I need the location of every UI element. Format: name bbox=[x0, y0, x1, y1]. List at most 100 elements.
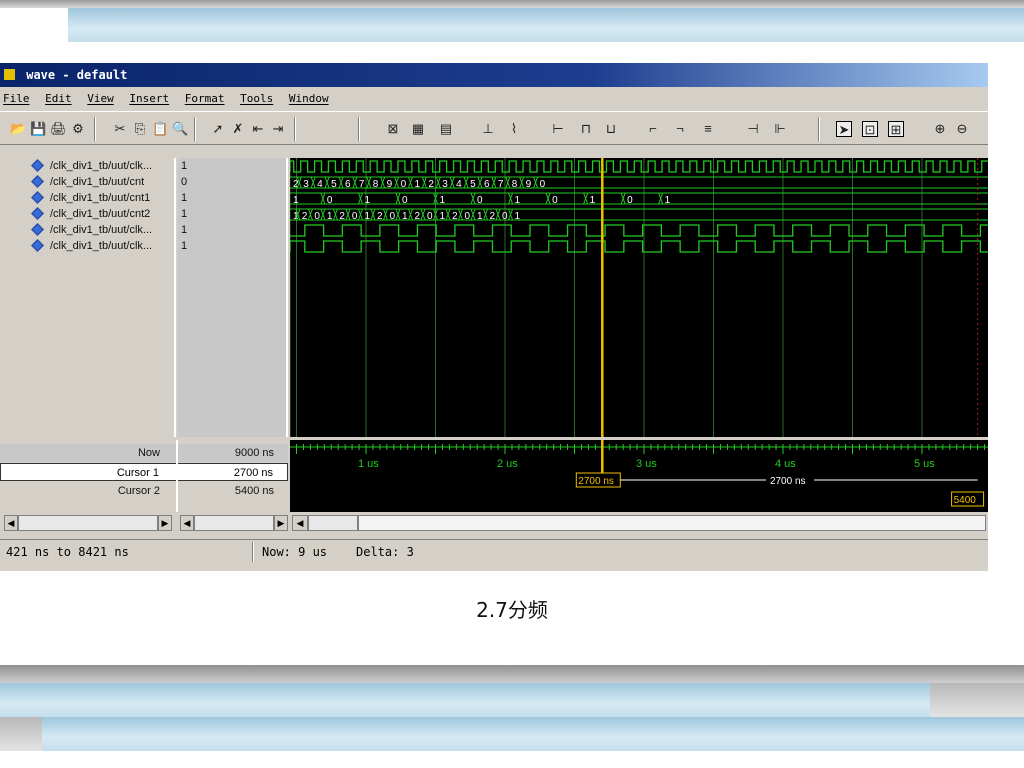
menu-window[interactable]: Window bbox=[289, 92, 329, 105]
menu-insert[interactable]: Insert bbox=[129, 92, 169, 105]
wave-scroll-thumb[interactable] bbox=[358, 515, 986, 531]
top-gray-band bbox=[0, 0, 1024, 8]
cnt2-bus-value-label: 1 bbox=[515, 211, 521, 222]
toolbar-separator bbox=[194, 117, 196, 141]
bus-icon[interactable]: ▦ bbox=[410, 121, 426, 137]
waveform-pane[interactable]: 2 3 4 5 6 7 8 9 0 1 2 3 4 5 6 7 8 9 01 0 1 0 1 0 1 0 1 0 11 2 0 1 2 0 1 2 0 1… bbox=[290, 158, 988, 437]
cnt-bus-value-label: 4 bbox=[317, 179, 323, 190]
value-scroll-track[interactable] bbox=[194, 515, 274, 531]
expand-icon[interactable]: ⇤ bbox=[250, 121, 266, 137]
next-edge-icon[interactable]: ⊓ bbox=[578, 121, 594, 137]
window-title: wave - default bbox=[26, 68, 128, 82]
signal-name: /clk_div1_tb/uut/cnt1 bbox=[50, 192, 151, 204]
pointer-icon[interactable]: ➤ bbox=[836, 121, 852, 137]
cnt-bus-transition bbox=[380, 176, 386, 189]
open-icon[interactable]: 📂 bbox=[10, 121, 26, 137]
cnt-bus-transition bbox=[449, 176, 455, 189]
wave-app-icon bbox=[4, 69, 15, 80]
zoom-out-icon[interactable]: ⊖ bbox=[954, 121, 970, 137]
signal-row[interactable]: /clk_div1_tb/uut/clk... bbox=[0, 158, 174, 174]
cursor1-row[interactable]: Cursor 1 2700 ns bbox=[0, 463, 288, 481]
cnt2-bus-value-label: 0 bbox=[389, 211, 395, 222]
cnt1-bus-value-label: 1 bbox=[665, 195, 671, 206]
paste-icon[interactable]: 📋 bbox=[152, 121, 168, 137]
scroll-right-icon[interactable]: ▶ bbox=[274, 515, 288, 531]
signal-value: 1 bbox=[181, 224, 188, 236]
cnt-bus-transition bbox=[324, 176, 330, 189]
now-label: Now bbox=[137, 447, 160, 459]
toolbar-separator bbox=[818, 117, 820, 141]
cnt2-bus-transition bbox=[495, 208, 501, 221]
cnt1-bus-value-label: 0 bbox=[627, 195, 633, 206]
cursor-add-icon[interactable]: ⊣ bbox=[745, 121, 761, 137]
cnt2-bus-transition bbox=[408, 208, 413, 221]
scroll-right-icon[interactable]: ▶ bbox=[158, 515, 172, 531]
signal-row[interactable]: /clk_div1_tb/uut/clk... bbox=[0, 238, 174, 254]
scroll-left-icon[interactable]: ◀ bbox=[4, 515, 18, 531]
signal-row[interactable]: /clk_div1_tb/uut/cnt bbox=[0, 174, 174, 190]
copy-icon[interactable]: ⎘ bbox=[132, 121, 148, 137]
group-icon[interactable]: ▤ bbox=[438, 121, 454, 137]
cnt1-bus-value-label: 0 bbox=[402, 195, 408, 206]
signal-row[interactable]: /clk_div1_tb/uut/cnt1 bbox=[0, 190, 174, 206]
cnt-bus-value-label: 2 bbox=[428, 179, 434, 190]
slide-caption: 2.7分频 bbox=[476, 598, 548, 622]
signal-name: /clk_div1_tb/uut/cnt bbox=[50, 176, 145, 188]
status-delta: Delta: 3 bbox=[356, 545, 414, 559]
cursor-del-icon[interactable]: ⊩ bbox=[772, 121, 788, 137]
cursor-panel: Now 9000 ns Cursor 1 2700 ns Cursor 2 54… bbox=[0, 440, 288, 512]
timeline-pane[interactable]: 1 us 2 us 3 us 4 us 5 us 2700 ns 2700 ns 5400 bbox=[290, 440, 988, 512]
scroll-left-icon[interactable]: ◀ bbox=[180, 515, 194, 531]
clk-div2-waveform bbox=[290, 240, 988, 253]
cnt-bus-value-label: 1 bbox=[414, 179, 420, 190]
cnt-bus-value-label: 8 bbox=[512, 179, 518, 190]
name-scroll-track[interactable] bbox=[18, 515, 158, 531]
fall-icon[interactable]: ¬ bbox=[672, 121, 688, 137]
zoom-fit-icon[interactable]: ⊞ bbox=[888, 121, 904, 137]
pulse-icon[interactable]: ≡ bbox=[700, 121, 716, 137]
signal-value: 1 bbox=[181, 240, 188, 252]
cnt1-bus-transition bbox=[658, 192, 664, 205]
rise-icon[interactable]: ⌐ bbox=[645, 121, 661, 137]
menu-format[interactable]: Format bbox=[185, 92, 225, 105]
signal-diamond-icon bbox=[31, 159, 44, 172]
save-icon[interactable]: 💾 bbox=[30, 121, 46, 137]
pane-divider[interactable] bbox=[176, 440, 178, 512]
signal-row[interactable]: /clk_div1_tb/uut/cnt2 bbox=[0, 206, 174, 222]
cnt1-bus-transition bbox=[320, 192, 326, 205]
cnt2-bus-transition bbox=[345, 208, 351, 221]
signal-value-pane: 1 0 1 1 1 1 bbox=[178, 158, 288, 437]
delete-icon[interactable]: ✗ bbox=[230, 121, 246, 137]
prev-edge-icon[interactable]: ⊔ bbox=[603, 121, 619, 137]
scroll-left-icon[interactable]: ◀ bbox=[292, 515, 308, 531]
signal-diamond-icon bbox=[31, 191, 44, 204]
cnt2-bus-value-label: 0 bbox=[465, 211, 471, 222]
menu-view[interactable]: View bbox=[87, 92, 114, 105]
menu-tools[interactable]: Tools bbox=[240, 92, 273, 105]
find-icon[interactable]: 🔍 bbox=[172, 121, 188, 137]
cursor2-row[interactable]: Cursor 2 5400 ns bbox=[0, 482, 288, 500]
menu-edit[interactable]: Edit bbox=[45, 92, 72, 105]
timeline-tick-label: 3 us bbox=[636, 458, 657, 470]
timeline-tick-label: 2 us bbox=[497, 458, 518, 470]
wave-scroll-track[interactable] bbox=[308, 515, 358, 531]
snap-icon[interactable]: ⊥ bbox=[480, 121, 496, 137]
bottom-gray-block bbox=[930, 683, 1024, 717]
insert-icon[interactable]: ⊠ bbox=[385, 121, 401, 137]
zoom-box-icon[interactable]: ⊡ bbox=[862, 121, 878, 137]
print-icon[interactable]: 🖨 bbox=[50, 121, 67, 137]
zoom-in-icon[interactable]: ⊕ bbox=[932, 121, 948, 137]
cnt2-bus-transition bbox=[458, 208, 463, 221]
find-edge-icon[interactable]: ⊢ bbox=[550, 121, 566, 137]
select-icon[interactable]: ➚ bbox=[210, 121, 226, 137]
menu-file[interactable]: File bbox=[3, 92, 30, 105]
cut-icon[interactable]: ✂ bbox=[112, 121, 128, 137]
edge-icon[interactable]: ⌇ bbox=[506, 121, 522, 137]
timeline-tick-label: 4 us bbox=[775, 458, 796, 470]
title-bar[interactable]: wave - default bbox=[0, 63, 988, 87]
collapse-icon[interactable]: ⇥ bbox=[270, 121, 286, 137]
cnt2-bus-value-label: 1 bbox=[364, 211, 370, 222]
cnt-bus-transition bbox=[477, 176, 483, 189]
signal-row[interactable]: /clk_div1_tb/uut/clk... bbox=[0, 222, 174, 238]
properties-icon[interactable]: ⚙ bbox=[70, 121, 86, 137]
